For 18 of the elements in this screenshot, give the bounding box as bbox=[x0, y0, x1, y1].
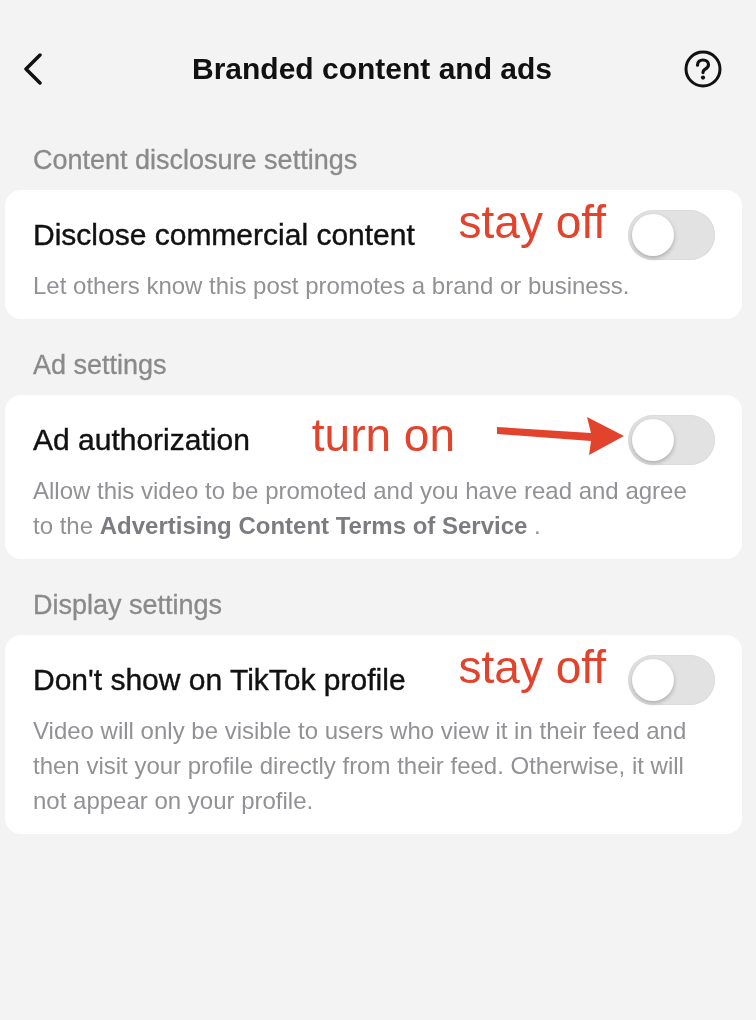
section-heading: Display settings bbox=[33, 590, 223, 620]
back-icon bbox=[22, 53, 42, 85]
section-heading: Content disclosure settings bbox=[33, 145, 358, 175]
setting-description: Allow this video to be promoted and you have read and agree to the Advertising Content Terms of Service . bbox=[33, 476, 688, 541]
page-title: Branded content and ads bbox=[191, 51, 552, 87]
back-button[interactable] bbox=[22, 53, 42, 85]
toggle-switch[interactable] bbox=[628, 210, 715, 260]
terms-link[interactable]: Advertising Content Terms of Service bbox=[99, 512, 528, 539]
setting-description: Video will only be visible to users who view it in their feed and then visit your profile directly from their feed. Otherwise, it will not appear on your profile. bbox=[33, 716, 688, 816]
toggle-switch[interactable] bbox=[628, 655, 715, 705]
toggle-switch[interactable] bbox=[628, 415, 715, 465]
setting-title: Disclose commercial content bbox=[33, 218, 415, 252]
annotation-label: turn on bbox=[311, 412, 455, 458]
section-heading: Ad settings bbox=[33, 350, 167, 380]
setting-description: Let others know this post promotes a brand or business. bbox=[33, 271, 631, 301]
setting-title: Don't show on TikTok profile bbox=[33, 663, 406, 697]
setting-title: Ad authorization bbox=[33, 423, 250, 457]
help-icon[interactable] bbox=[684, 50, 722, 88]
